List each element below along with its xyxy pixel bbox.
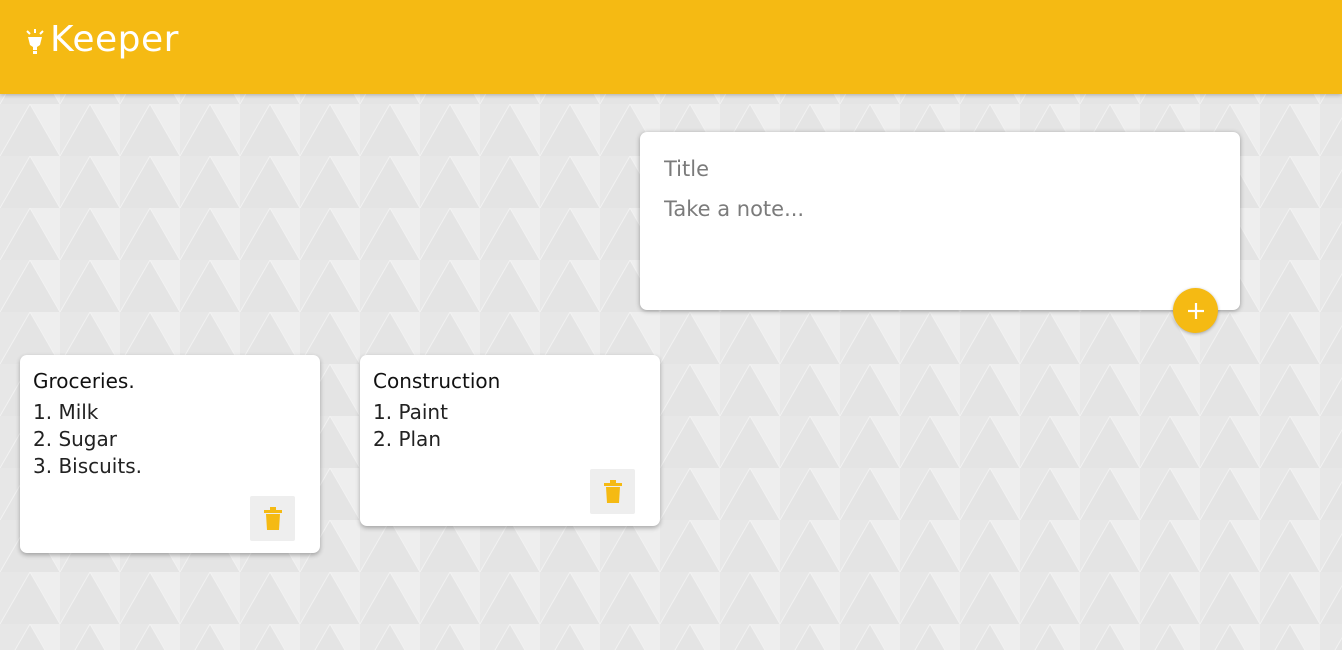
note-title-input[interactable] xyxy=(664,154,1214,184)
delete-note-button[interactable] xyxy=(250,496,295,541)
app-title: Keeper xyxy=(50,19,179,60)
note-card: Groceries. 1. Milk 2. Sugar 3. Biscuits. xyxy=(20,355,320,553)
note-content: 1. Milk 2. Sugar 3. Biscuits. xyxy=(33,400,142,478)
brand: Keeper xyxy=(24,22,179,58)
note-content-input[interactable] xyxy=(664,194,1214,284)
note-card: Construction 1. Paint 2. Plan xyxy=(360,355,660,526)
add-note-button[interactable] xyxy=(1173,288,1218,333)
app-header: Keeper xyxy=(0,0,1342,94)
create-note-form xyxy=(640,132,1240,333)
note-content: 1. Paint 2. Plan xyxy=(373,400,448,451)
trash-icon xyxy=(263,506,282,530)
delete-note-button[interactable] xyxy=(590,469,635,514)
lightbulb-icon xyxy=(26,29,44,54)
plus-icon xyxy=(1187,302,1204,319)
note-title: Groceries. xyxy=(33,369,135,393)
note-title: Construction xyxy=(373,369,501,393)
trash-icon xyxy=(603,479,622,503)
